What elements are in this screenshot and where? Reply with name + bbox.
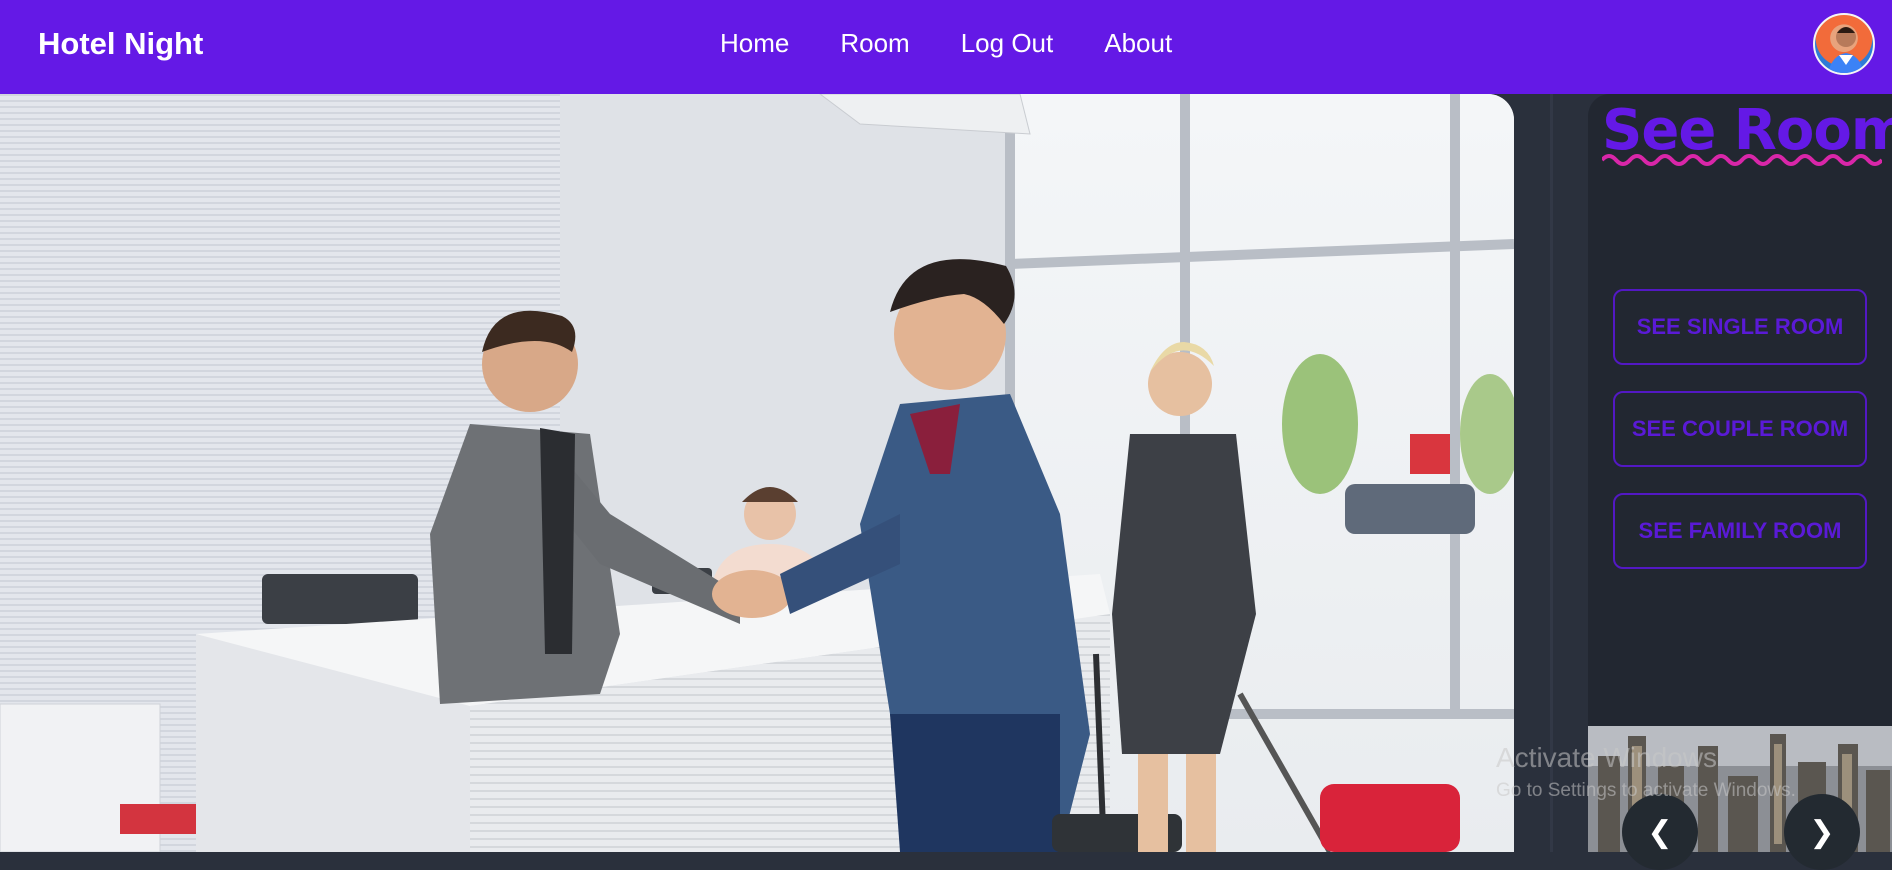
see-family-room-button[interactable]: SEE FAMILY ROOM [1613, 493, 1867, 569]
brand-title[interactable]: Hotel Night [38, 26, 203, 62]
nav-link-room[interactable]: Room [840, 28, 909, 59]
carousel-prev-button[interactable]: ❮ [1622, 794, 1698, 870]
see-room-panel: See Room SEE SINGLE ROOM SEE COUPLE ROOM… [1588, 94, 1892, 870]
user-avatar[interactable] [1813, 13, 1875, 75]
divider-line [1550, 94, 1553, 852]
nav-link-logout[interactable]: Log Out [961, 28, 1054, 59]
see-couple-room-button[interactable]: SEE COUPLE ROOM [1613, 391, 1867, 467]
avatar-person-icon [1827, 27, 1865, 73]
title-underline-wave [1602, 154, 1882, 166]
watermark-title: Activate Windows [1496, 742, 1717, 773]
navbar: Hotel Night Home Room Log Out About [0, 0, 1892, 94]
divider-strip [1514, 94, 1550, 852]
carousel-next-button[interactable]: ❯ [1784, 794, 1860, 870]
nav-link-about[interactable]: About [1104, 28, 1172, 59]
see-single-room-button[interactable]: SEE SINGLE ROOM [1613, 289, 1867, 365]
hero-image [0, 94, 1514, 852]
nav-links: Home Room Log Out About [720, 28, 1172, 59]
watermark-subtitle: Go to Settings to activate Windows. [1496, 780, 1796, 801]
activate-windows-watermark: Activate Windows Go to Settings to activ… [1496, 742, 1796, 802]
nav-link-home[interactable]: Home [720, 28, 789, 59]
